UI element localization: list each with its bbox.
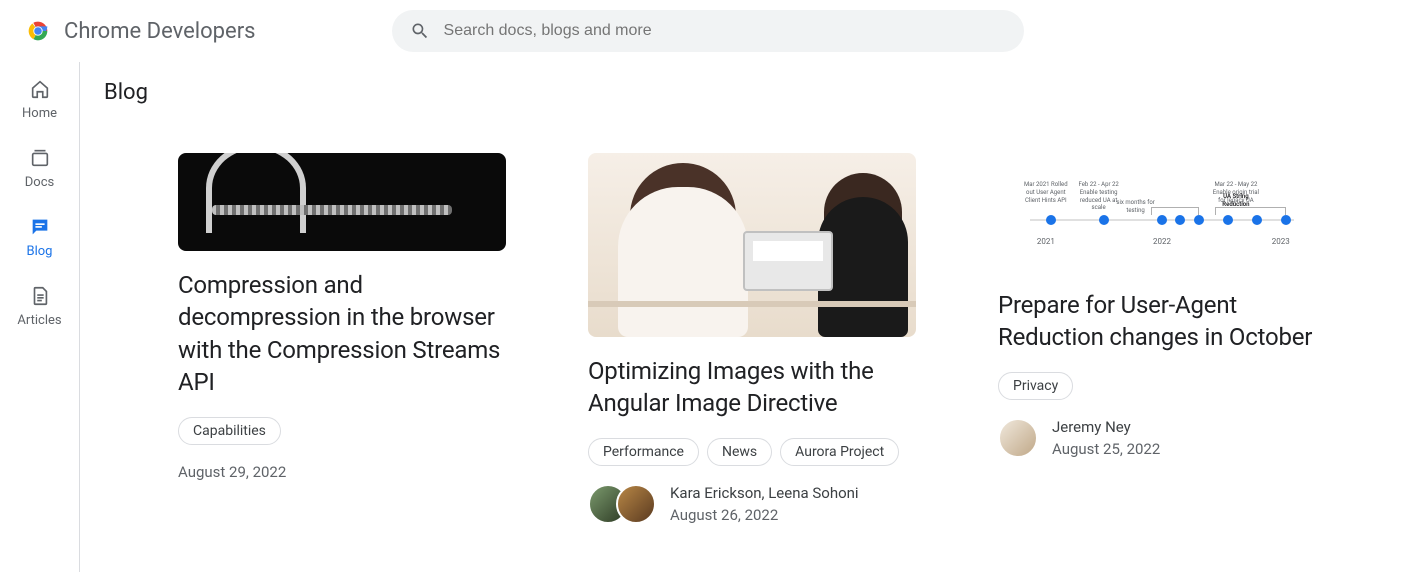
card-meta: Jeremy Ney August 25, 2022 <box>998 418 1326 458</box>
site-title: Chrome Developers <box>64 19 256 44</box>
sidebar-item-label: Home <box>22 106 57 121</box>
card-date: August 29, 2022 <box>178 463 506 481</box>
card-image <box>588 153 916 337</box>
search-input[interactable] <box>392 10 1024 52</box>
card-tags: Privacy <box>998 372 1326 400</box>
card-date: August 26, 2022 <box>670 506 859 524</box>
card-authors: Kara Erickson, Leena Sohoni <box>670 484 859 502</box>
sidebar-item-articles[interactable]: Articles <box>0 285 79 328</box>
home-icon <box>29 78 51 100</box>
avatars <box>588 484 656 524</box>
card-authors: Jeremy Ney <box>1052 418 1160 436</box>
card-title: Prepare for User-Agent Reduction changes… <box>998 289 1326 354</box>
cards-row: Compression and decompression in the bro… <box>104 153 1400 524</box>
card-image: Mar 2021 Rolled out User Agent Client Hi… <box>998 153 1326 271</box>
blog-card[interactable]: Compression and decompression in the bro… <box>178 153 506 524</box>
logo-wrap[interactable]: Chrome Developers <box>24 17 256 45</box>
search-icon <box>410 21 430 41</box>
sidebar-item-home[interactable]: Home <box>0 78 79 121</box>
avatars <box>998 418 1038 458</box>
card-tags: Capabilities <box>178 417 506 445</box>
card-title: Compression and decompression in the bro… <box>178 269 506 399</box>
articles-icon <box>29 285 51 307</box>
sidebar: Home Docs Blog Articles <box>0 62 80 572</box>
blog-card[interactable]: Mar 2021 Rolled out User Agent Client Hi… <box>998 153 1326 524</box>
avatar <box>616 484 656 524</box>
blog-card[interactable]: Optimizing Images with the Angular Image… <box>588 153 916 524</box>
sidebar-item-label: Docs <box>25 175 54 190</box>
search-wrap <box>392 10 1024 52</box>
sidebar-item-docs[interactable]: Docs <box>0 147 79 190</box>
tag[interactable]: Performance <box>588 438 699 466</box>
sidebar-item-label: Blog <box>27 244 53 259</box>
docs-icon <box>29 147 51 169</box>
tag[interactable]: Privacy <box>998 372 1073 400</box>
header: Chrome Developers <box>0 0 1424 62</box>
chrome-logo-icon <box>24 17 52 45</box>
main: Blog Compression and decompression in th… <box>80 62 1424 572</box>
card-date: August 25, 2022 <box>1052 440 1160 458</box>
sidebar-item-label: Articles <box>17 313 61 328</box>
sidebar-item-blog[interactable]: Blog <box>0 216 79 259</box>
tag[interactable]: Capabilities <box>178 417 281 445</box>
tag[interactable]: News <box>707 438 772 466</box>
layout: Home Docs Blog Articles Blog Compression… <box>0 62 1424 572</box>
page-title: Blog <box>104 80 1400 105</box>
tag[interactable]: Aurora Project <box>780 438 899 466</box>
blog-icon <box>29 216 51 238</box>
card-meta: Kara Erickson, Leena Sohoni August 26, 2… <box>588 484 916 524</box>
avatar <box>998 418 1038 458</box>
card-image <box>178 153 506 251</box>
card-title: Optimizing Images with the Angular Image… <box>588 355 916 420</box>
card-tags: Performance News Aurora Project <box>588 438 916 466</box>
